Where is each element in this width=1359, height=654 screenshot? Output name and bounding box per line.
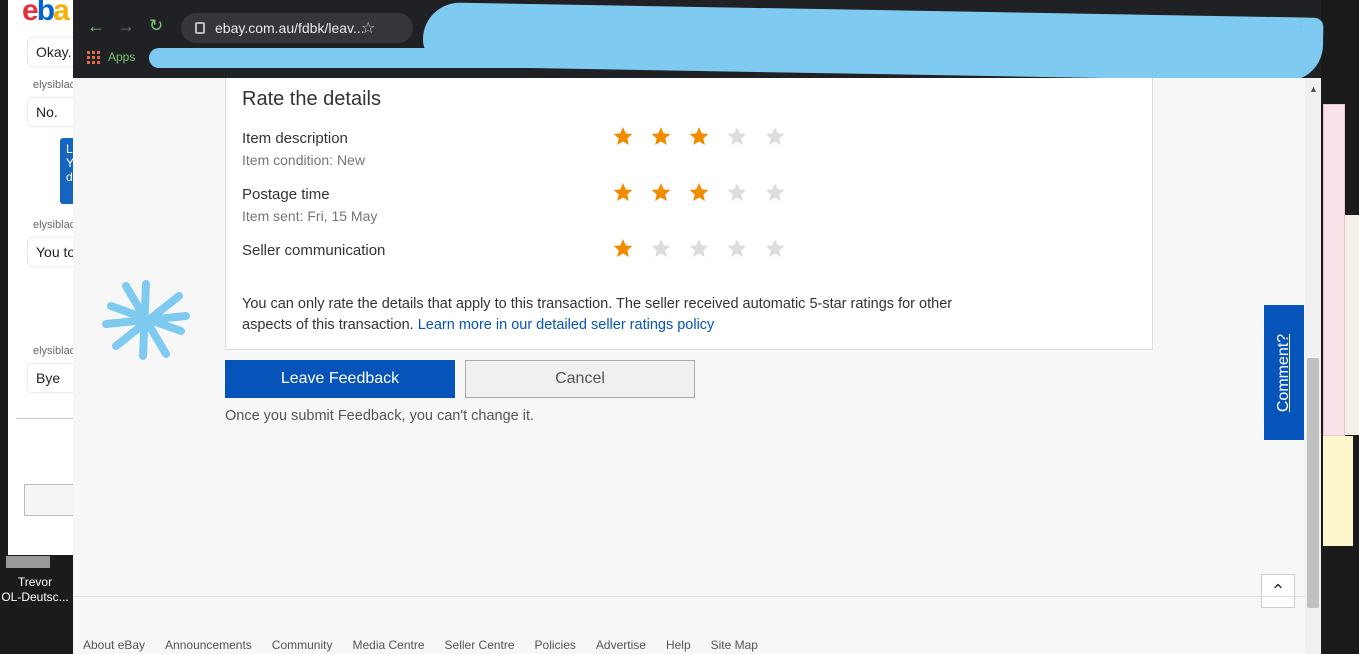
- star-empty-icon[interactable]: [718, 180, 756, 210]
- feedback-page: Rate the details Item description Item c…: [73, 78, 1305, 654]
- star-empty-icon[interactable]: [756, 124, 794, 154]
- page-scrollbar[interactable]: ▲: [1305, 78, 1321, 654]
- star-filled-icon[interactable]: [642, 124, 680, 154]
- browser-toolbar: ← → ↻ ebay.com.au/fdbk/leav... ☆ ⋮ Apps: [73, 0, 1324, 82]
- star-rating-postage-time[interactable]: [604, 180, 794, 210]
- seller-ratings-policy-link[interactable]: Learn more in our detailed seller rating…: [418, 317, 715, 333]
- footer-link[interactable]: Advertise: [596, 638, 646, 652]
- footer-link[interactable]: Help: [666, 638, 691, 652]
- star-empty-icon[interactable]: [680, 236, 718, 266]
- footer-link[interactable]: Announcements: [165, 638, 252, 652]
- chat-window: eba Okay. elysiblack No. LeYoda elysibla…: [8, 0, 80, 555]
- menu-dots-icon[interactable]: ⋮: [1293, 16, 1309, 36]
- star-empty-icon[interactable]: [756, 180, 794, 210]
- bookmark-apps[interactable]: Apps: [87, 50, 135, 64]
- cancel-button[interactable]: Cancel: [465, 360, 695, 398]
- back-to-top-icon[interactable]: ⌃: [1261, 574, 1295, 608]
- lock-icon: [195, 22, 205, 34]
- submit-warning: Once you submit Feedback, you can't chan…: [225, 408, 535, 424]
- star-empty-icon[interactable]: [642, 236, 680, 266]
- footer-link[interactable]: Media Centre: [352, 638, 424, 652]
- footer-link[interactable]: Site Map: [711, 638, 758, 652]
- rating-sub-postage-time: Item sent: Fri, 15 May: [242, 208, 378, 224]
- star-filled-icon[interactable]: [604, 180, 642, 210]
- rating-label-seller-communication: Seller communication: [242, 242, 386, 259]
- asterisk-scribble: [102, 280, 190, 360]
- star-filled-icon[interactable]: [680, 180, 718, 210]
- star-empty-icon[interactable]: [756, 236, 794, 266]
- scroll-thumb[interactable]: [1307, 358, 1319, 608]
- star-filled-icon[interactable]: [680, 124, 718, 154]
- rating-sub-item-description: Item condition: New: [242, 152, 365, 168]
- address-bar[interactable]: ebay.com.au/fdbk/leav... ☆: [181, 13, 413, 43]
- star-empty-icon[interactable]: [718, 124, 756, 154]
- star-rating-seller-communication[interactable]: [604, 236, 794, 266]
- footer-link[interactable]: About eBay: [83, 638, 145, 652]
- browser-window: ← → ↻ ebay.com.au/fdbk/leav... ☆ ⋮ Apps …: [73, 0, 1324, 654]
- reload-icon[interactable]: ↻: [149, 16, 163, 36]
- redaction-scribble-bookmarks: [149, 48, 989, 68]
- rating-label-postage-time: Postage time: [242, 186, 330, 203]
- footer-link[interactable]: Policies: [535, 638, 576, 652]
- apps-label: Apps: [108, 50, 136, 64]
- comment-tab-label: Comment?: [1275, 333, 1292, 412]
- desktop-shortcut-icon[interactable]: [6, 556, 50, 568]
- bookmark-star-icon[interactable]: ☆: [361, 18, 399, 48]
- sticky-note-light: [1345, 215, 1359, 435]
- footer-link[interactable]: Community: [272, 638, 333, 652]
- desktop-shortcut-label: Trevor OL-Deutsc...: [1, 575, 69, 604]
- redaction-scribble: [422, 2, 1324, 82]
- address-url: ebay.com.au/fdbk/leav...: [215, 20, 365, 36]
- star-filled-icon[interactable]: [642, 180, 680, 210]
- ebay-logo: eba: [22, 0, 70, 27]
- comment-tab[interactable]: Comment?: [1264, 305, 1304, 440]
- scroll-up-arrow-icon[interactable]: ▲: [1309, 84, 1318, 94]
- rate-details-card: Rate the details Item description Item c…: [225, 78, 1153, 350]
- rating-label-item-description: Item description: [242, 130, 348, 147]
- star-rating-item-description[interactable]: [604, 124, 794, 154]
- star-filled-icon[interactable]: [604, 124, 642, 154]
- section-title: Rate the details: [242, 88, 381, 110]
- star-filled-icon[interactable]: [604, 236, 642, 266]
- sticky-note-yellow: [1323, 436, 1353, 546]
- footer-divider: [73, 596, 1305, 597]
- ratings-note: You can only rate the details that apply…: [242, 294, 962, 336]
- footer-links: About eBay Announcements Community Media Ce…: [83, 638, 758, 652]
- chat-input[interactable]: [24, 484, 79, 516]
- chat-divider: [16, 418, 79, 419]
- apps-grid-icon: [87, 50, 100, 64]
- sticky-note-pink: [1323, 104, 1345, 436]
- leave-feedback-button[interactable]: Leave Feedback: [225, 360, 455, 398]
- forward-arrow-icon[interactable]: →: [117, 16, 135, 37]
- star-empty-icon[interactable]: [718, 236, 756, 266]
- back-arrow-icon[interactable]: ←: [87, 16, 105, 37]
- footer-link[interactable]: Seller Centre: [445, 638, 515, 652]
